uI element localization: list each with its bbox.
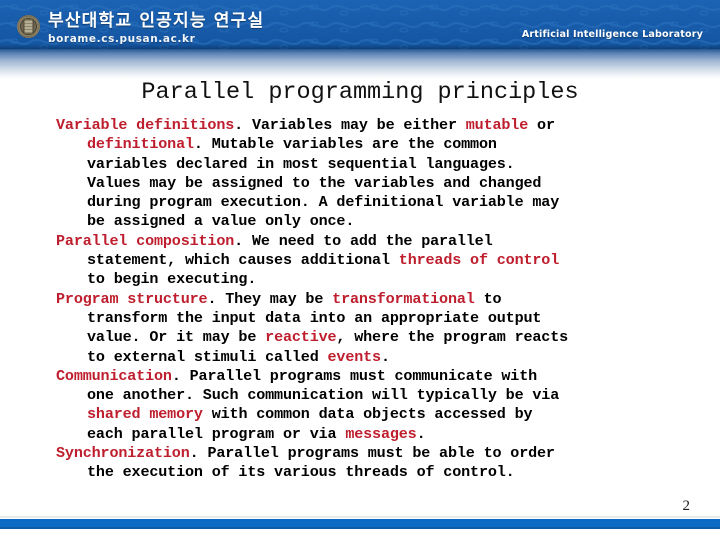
highlighted-term: messages xyxy=(345,424,417,443)
highlighted-term: events xyxy=(327,347,382,366)
text-run: variables declared in most sequential la… xyxy=(87,154,515,173)
text-line: the execution of its various threads of … xyxy=(56,463,684,482)
text-run: be assigned a value only once. xyxy=(87,212,355,231)
text-line: transform the input data into an appropr… xyxy=(56,309,684,328)
text-run: each parallel program or via xyxy=(87,424,346,443)
organization-logo: 부산대학교 인공지능 연구실 borame.cs.pusan.ac.kr xyxy=(16,13,264,45)
text-line: definitional. Mutable variables are the … xyxy=(56,135,684,154)
text-line: Parallel composition. We need to add the… xyxy=(56,232,684,251)
university-seal-icon xyxy=(16,14,41,39)
text-line: variables declared in most sequential la… xyxy=(56,155,684,174)
text-run: or xyxy=(528,116,555,134)
logo-text-block: 부산대학교 인공지능 연구실 borame.cs.pusan.ac.kr xyxy=(48,13,264,45)
text-line: statement, which causes additional threa… xyxy=(56,251,684,270)
footer-accent-bar xyxy=(0,519,720,527)
slide-title: Parallel programming principles xyxy=(141,79,579,106)
text-run: to xyxy=(474,289,502,308)
text-line: shared memory with common data objects a… xyxy=(56,405,684,424)
text-run: transform the input data into an appropr… xyxy=(87,308,542,327)
highlighted-term: Program structure xyxy=(56,289,208,308)
organization-url: borame.cs.pusan.ac.kr xyxy=(48,33,196,45)
text-line: Communication. Parallel programs must co… xyxy=(56,367,684,386)
text-run: . We need to add the parallel xyxy=(234,231,493,250)
header-gradient-fade xyxy=(0,49,720,79)
footer-rule xyxy=(0,516,720,518)
highlighted-term: Synchronization xyxy=(56,444,190,463)
text-run: . xyxy=(416,424,426,443)
text-run: one another. Such communication will typ… xyxy=(87,386,560,405)
highlighted-term: transformational xyxy=(332,289,475,308)
text-run: the execution of its various threads of … xyxy=(87,463,515,482)
text-run: during program execution. A definitional… xyxy=(87,193,560,212)
text-line: value. Or it may be reactive, where the … xyxy=(56,328,684,347)
paragraph-parallel-composition: Parallel composition. We need to add the… xyxy=(56,232,684,290)
presentation-slide: 부산대학교 인공지능 연구실 borame.cs.pusan.ac.kr Art… xyxy=(0,0,720,540)
text-line: Synchronization. Parallel programs must … xyxy=(56,444,684,463)
text-line: Program structure. They may be transform… xyxy=(56,290,684,309)
text-run: value. Or it may be xyxy=(87,328,266,347)
paragraph-communication: Communication. Parallel programs must co… xyxy=(56,367,684,444)
text-line: Variable definitions. Variables may be e… xyxy=(56,116,684,135)
text-run: . They may be xyxy=(207,289,333,308)
laboratory-name: Artificial Intelligence Laboratory xyxy=(521,29,703,40)
text-run: , where the program reacts xyxy=(336,328,569,347)
text-run: to external stimuli called xyxy=(87,347,328,366)
text-line: to begin executing. xyxy=(56,270,684,289)
text-line: to external stimuli called events. xyxy=(56,348,684,367)
highlighted-term: Parallel composition xyxy=(56,231,235,250)
text-run: to begin executing. xyxy=(87,270,257,289)
text-run: Values may be assigned to the variables … xyxy=(87,173,542,192)
text-line: one another. Such communication will typ… xyxy=(56,386,684,405)
paragraph-synchronization: Synchronization. Parallel programs must … xyxy=(56,444,684,483)
page-number: 2 xyxy=(682,498,691,514)
paragraph-program-structure: Program structure. They may be transform… xyxy=(56,290,684,367)
highlighted-term: definitional xyxy=(87,135,194,154)
text-run: statement, which causes additional xyxy=(87,251,399,270)
text-run: . Parallel programs must communicate wit… xyxy=(171,366,538,385)
highlighted-term: mutable xyxy=(465,116,529,134)
text-run: . Variables may be either xyxy=(234,116,466,134)
highlighted-term: threads of control xyxy=(398,251,560,270)
text-line: be assigned a value only once. xyxy=(56,212,684,231)
highlighted-term: Variable definitions xyxy=(56,116,235,134)
text-run: with common data objects accessed by xyxy=(202,405,533,424)
text-line: Values may be assigned to the variables … xyxy=(56,174,684,193)
text-line: during program execution. A definitional… xyxy=(56,193,684,212)
text-run: . Mutable variables are the common xyxy=(193,135,497,154)
slide-body: Variable definitions. Variables may be e… xyxy=(56,116,684,483)
text-run: . Parallel programs must be able to orde… xyxy=(189,444,555,463)
highlighted-term: shared memory xyxy=(87,405,203,424)
highlighted-term: reactive xyxy=(265,328,337,347)
highlighted-term: Communication xyxy=(56,366,172,385)
text-run: . xyxy=(380,347,390,366)
text-line: each parallel program or via messages. xyxy=(56,425,684,444)
organization-name-korean: 부산대학교 인공지능 연구실 xyxy=(48,11,265,31)
footer-blank-area xyxy=(0,529,720,540)
paragraph-variable-definitions: Variable definitions. Variables may be e… xyxy=(56,116,684,232)
